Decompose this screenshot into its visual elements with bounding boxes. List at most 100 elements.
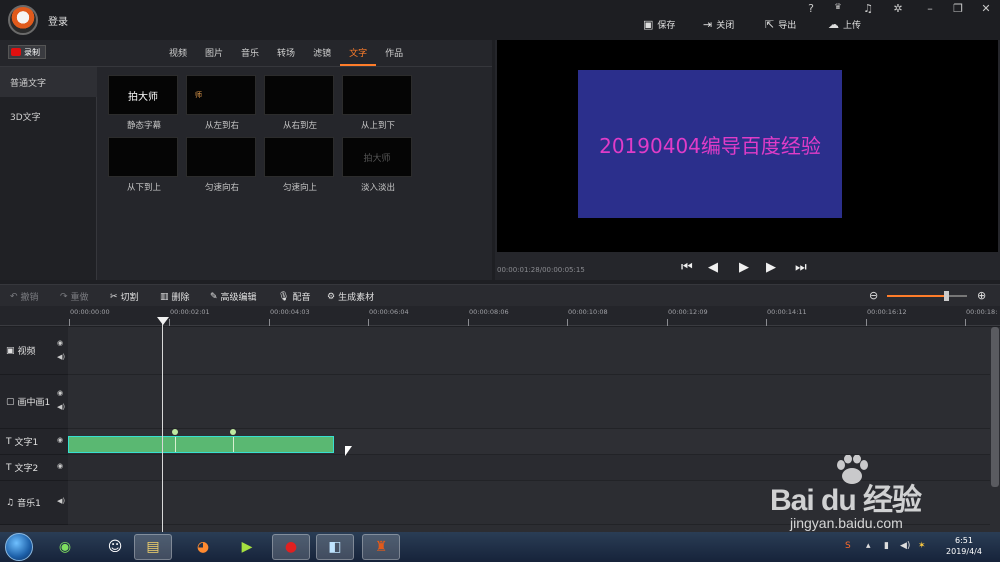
sidebar-item-plain-text[interactable]: 普通文字 [0,67,97,97]
bell-icon[interactable]: ♫ [860,2,876,15]
playhead-handle[interactable] [157,317,169,325]
taskbar-paidashi-icon[interactable]: ♜ [362,534,400,560]
tray-network-icon[interactable]: ✶ [918,541,926,551]
tab-video[interactable]: 视频 [160,40,196,66]
effect-thumbnail: 拍大师 [108,75,178,115]
zoom-slider-handle[interactable] [944,291,949,301]
taskbar-window-icon[interactable]: ◧ [316,534,354,560]
track-row-video[interactable] [68,327,990,375]
baidu-watermark: Bai du 经验 jingyan.baidu.com [770,455,1000,535]
effect-top-to-bottom[interactable]: 从上到下 [342,75,414,131]
undo-button[interactable]: ↶ 撤销 [10,290,39,304]
export-icon: ⇱ [765,18,775,31]
taskbar-recorder-icon[interactable]: ● [272,534,310,560]
effect-thumbnail [342,75,412,115]
timeline-ruler[interactable]: 00:00:00:00 00:00:02:01 00:00:04:03 00:0… [0,306,1000,326]
effect-static[interactable]: 拍大师 静态字幕 [108,75,180,131]
playhead-line[interactable] [162,318,163,532]
vip-icon[interactable]: ♛ [830,2,846,11]
prev-frame-icon[interactable]: ◀ [708,260,718,275]
tray-volume-icon[interactable]: ◀) [900,541,910,551]
sidebar-item-3d-text[interactable]: 3D文字 [0,101,97,131]
redo-button[interactable]: ↷ 重做 [60,290,89,304]
clip-split-line [175,437,176,452]
close-icon[interactable]: ✕ [978,2,994,15]
help-icon[interactable]: ? [803,2,819,15]
track-header-video: ▣ 视频 [0,327,68,375]
tab-works[interactable]: 作品 [376,40,412,66]
video-icon: ▣ [6,345,15,356]
login-link[interactable]: 登录 [48,13,68,28]
volume-icon[interactable]: ◀) [57,353,65,361]
cut-button[interactable]: ✂ 切割 [110,290,139,304]
ruler-tick-label: 00:00:10:08 [568,308,608,316]
delete-button[interactable]: ▥ 删除 [160,290,190,304]
taskbar-qq-icon[interactable]: ☺ [96,534,134,560]
effect-fade[interactable]: 拍大师 淡入淡出 [342,137,414,193]
eye-icon[interactable]: ◉ [57,339,63,347]
mouse-cursor [345,446,352,456]
minimize-icon[interactable]: – [922,2,938,15]
record-button[interactable]: 录制 [8,45,46,59]
ruler-tick-label: 00:00:02:01 [170,308,210,316]
eye-icon[interactable]: ◉ [57,462,63,470]
restore-icon[interactable]: ❐ [950,2,966,15]
keyframe-handle[interactable] [172,429,178,435]
redo-icon: ↷ [60,291,68,302]
zoom-in-icon[interactable]: ⊕ [977,289,986,302]
taskbar-clock[interactable]: 6:51 2019/4/4 [938,535,990,557]
eye-icon[interactable]: ◉ [57,436,63,444]
windows-taskbar: ◉ ☺ ▤ ◕ ▶ ● ◧ ♜ S ▴ ▮ ◀) ✶ 6:51 2019/4/4 [0,532,1000,562]
save-icon: ▣ [643,18,654,31]
taskbar-360-icon[interactable]: ◉ [46,534,84,560]
dub-button[interactable]: 🎙 配音 [278,290,310,304]
record-icon [11,48,21,56]
effect-right-to-left[interactable]: 从右到左 [264,75,336,131]
tab-text[interactable]: 文字 [340,40,377,66]
zoom-slider-track[interactable] [887,295,949,297]
effect-left-to-right[interactable]: 师 从左到右 [186,75,258,131]
start-button[interactable] [5,533,33,561]
close-project-button[interactable]: ⇥ 关闭 [703,18,734,31]
ruler-tick-label: 00:00:12:09 [668,308,708,316]
tab-transition[interactable]: 转场 [268,40,304,66]
volume-icon[interactable]: ◀) [57,497,65,505]
ruler-mark [468,319,469,326]
advanced-edit-button[interactable]: ✎ 高级编辑 [210,290,257,304]
track-row-pip[interactable] [68,375,990,429]
effect-thumbnail: 师 [186,75,256,115]
play-icon[interactable]: ▶ [739,260,749,275]
taskbar-player-icon[interactable]: ▶ [228,534,266,560]
skip-start-icon[interactable]: ⏮ [681,260,693,275]
baidu-url: jingyan.baidu.com [790,515,903,531]
next-frame-icon[interactable]: ▶ [766,260,776,275]
export-button[interactable]: ⇱ 导出 [765,18,796,31]
ruler-tick-label: 00:00:00:00 [70,308,110,316]
upload-button[interactable]: ☁ 上传 [828,18,861,31]
tray-arrow-icon[interactable]: ▴ [866,541,871,551]
zoom-out-icon[interactable]: ⊖ [869,289,878,302]
tab-filter[interactable]: 滤镜 [304,40,340,66]
tray-sogou-icon[interactable]: S [845,541,851,551]
generate-material-button[interactable]: ⚙ 生成素材 [327,290,374,304]
save-button[interactable]: ▣ 保存 [643,18,675,31]
tab-music[interactable]: 音乐 [232,40,268,66]
zoom-slider-rest[interactable] [949,295,967,297]
skip-end-icon[interactable]: ⏭ [795,260,807,275]
tray-device-icon[interactable]: ▮ [884,541,889,551]
preview-slide: 20190404编导百度经验 [578,70,842,218]
taskbar-explorer-icon[interactable]: ▤ [134,534,172,560]
gear-icon[interactable]: ✲ [890,2,906,15]
effect-steady-right[interactable]: 匀速向右 [186,137,258,193]
volume-icon[interactable]: ◀) [57,403,65,411]
track-header-pip: ▢ 画中画1 [0,375,68,429]
effect-steady-up[interactable]: 匀速向上 [264,137,336,193]
ruler-mark [567,319,568,326]
effect-bottom-to-top[interactable]: 从下到上 [108,137,180,193]
text-clip[interactable] [68,429,334,453]
eye-icon[interactable]: ◉ [57,389,63,397]
taskbar-firefox-icon[interactable]: ◕ [184,534,222,560]
keyframe-handle[interactable] [230,429,236,435]
ruler-mark [368,319,369,326]
tab-image[interactable]: 图片 [196,40,232,66]
